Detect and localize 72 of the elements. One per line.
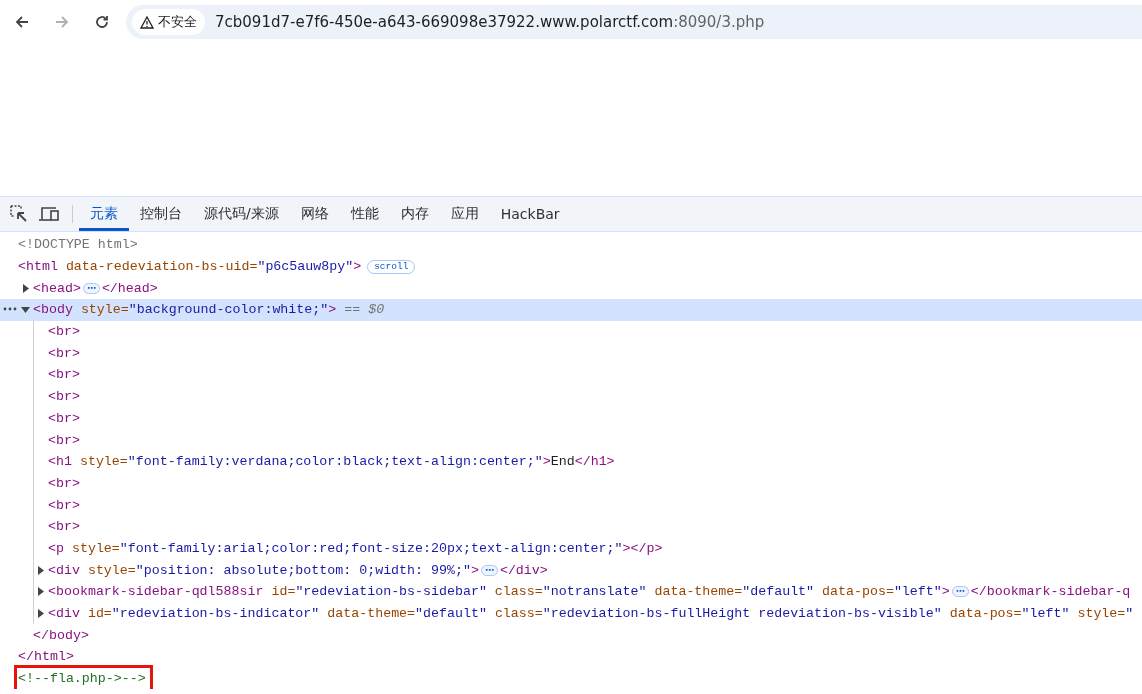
devtools-tab[interactable]: 网络 [289,197,340,231]
code-text: </head> [101,280,158,296]
code-text: </bookmark-sidebar-q [970,584,1131,600]
node-row[interactable]: </body> [0,624,1142,647]
node-row[interactable]: <br> [0,364,1142,386]
selected-node-row[interactable]: <body style="background-color:white;"> == $0 [0,299,1142,321]
code-text: <h1 style="font-family:verdana;color:black;text-align:center;">End</h1> [48,454,615,470]
device-toolbar-icon[interactable] [38,205,60,223]
code-text: </div> [499,562,548,578]
code-text: <br> [48,475,80,491]
node-row[interactable]: <br> [0,494,1142,516]
node-row[interactable]: <!--fla.php->--> [0,667,1142,690]
node-row[interactable]: </html> [0,646,1142,668]
code-text: <br> [48,497,80,513]
collapsed-triangle-icon[interactable] [36,587,45,597]
code-text: </body> [33,627,89,643]
node-row[interactable]: <div id="redeviation-bs-indicator" data-theme="default" class="redeviation-bs-fullHeight redeviation-bs-visible" data-pos="left" style=" [0,602,1142,625]
node-row[interactable]: <br> [0,472,1142,495]
devtools-tab[interactable]: HackBar [489,197,571,231]
reload-icon [94,14,110,30]
forward-arrow-icon [54,14,70,30]
node-row[interactable]: <br> [0,385,1142,408]
node-row[interactable]: <div style="position: absolute;bottom: 0;width: 99%;"> ⋯ </div> [0,559,1142,581]
expanded-triangle-icon[interactable] [21,305,30,315]
url-host: 7cb091d7-e7f6-450e-a643-669098e37922.www.polarctf.com [215,13,674,31]
code-text: <br> [48,345,80,361]
code-text: <head> [33,280,81,296]
collapsed-content-button[interactable]: ⋯ [480,564,498,576]
devtools-tab[interactable]: 控制台 [129,197,193,231]
node-row[interactable]: <br> [0,342,1142,365]
devtools-tab[interactable]: 内存 [389,197,440,231]
collapsed-content-button[interactable]: ⋯ [82,282,100,294]
security-chip[interactable]: 不安全 [132,9,205,35]
collapsed-triangle-icon[interactable] [21,283,30,293]
code-text: <div id="redeviation-bs-indicator" data-theme="default" class="redeviation-bs-fullHeight redeviation-bs-visible" data-pos="left" style=" [48,606,1134,622]
node-row[interactable]: <br> [0,515,1142,538]
warning-icon [140,15,154,29]
code-text: <br> [48,367,80,383]
code-text: <html data-redeviation-bs-uid="p6c5auw8py"> [18,259,362,275]
node-row[interactable]: <h1 style="font-family:verdana;color:black;text-align:center;">End</h1> [0,450,1142,473]
inspect-icon[interactable] [10,205,28,223]
collapsed-triangle-icon[interactable] [36,609,45,619]
collapsed-content-button[interactable]: ⋯ [951,586,969,598]
url-path: :8090/3.php [673,13,765,31]
code-text: </html> [18,649,74,665]
devtools-tab[interactable]: 元素 [79,197,129,231]
node-row[interactable]: <br> [0,407,1142,430]
collapsed-triangle-icon[interactable] [36,565,45,575]
node-row[interactable]: <p style="font-family:arial;color:red;font-size:20px;text-align:center;"></p> [0,537,1142,560]
code-text: <body style="background-color:white;"> == $0 [33,302,385,318]
code-text: <br> [48,389,80,405]
code-text: <br> [48,519,80,535]
code-text: <br> [48,324,80,340]
node-row[interactable]: <html data-redeviation-bs-uid="p6c5auw8py"> scroll [0,255,1142,278]
devtools-tab[interactable]: 源代码/来源 [193,197,290,231]
address-field[interactable]: 不安全 7cb091d7-e7f6-450e-a643-669098e37922.www.polarctf.com:8090/3.php [126,5,1142,39]
scroll-badge[interactable]: scroll [367,259,416,274]
node-row[interactable]: <br> [0,429,1142,451]
devtools-tab[interactable]: 应用 [439,197,490,231]
code-text: <p style="font-family:arial;color:red;font-size:20px;text-align:center;"></p> [48,540,663,556]
node-row[interactable]: <bookmark-sidebar-qdl588sir id="redeviation-bs-sidebar" class="notranslate" data-theme="default" data-pos="left"> ⋯ </bookmark-sidebar-q [0,581,1142,603]
node-row[interactable]: <!DOCTYPE html> [0,234,1142,256]
node-row[interactable]: <head> ⋯ </head> [0,277,1142,300]
back-arrow-icon [14,14,30,30]
code-text: <div style="position: absolute;bottom: 0;width: 99%;"> [48,562,479,578]
html-comment: <!--fla.php->--> [18,671,146,687]
code-text: <bookmark-sidebar-qdl588sir id="redeviation-bs-sidebar" class="notranslate" data-theme="default" data-pos="left"> [48,584,950,600]
devtools-tab[interactable]: 性能 [339,197,390,231]
code-text: <br> [48,432,80,448]
code-text: <!DOCTYPE html> [18,237,138,253]
code-text: <br> [48,410,80,426]
node-row[interactable]: <br> [0,320,1142,343]
